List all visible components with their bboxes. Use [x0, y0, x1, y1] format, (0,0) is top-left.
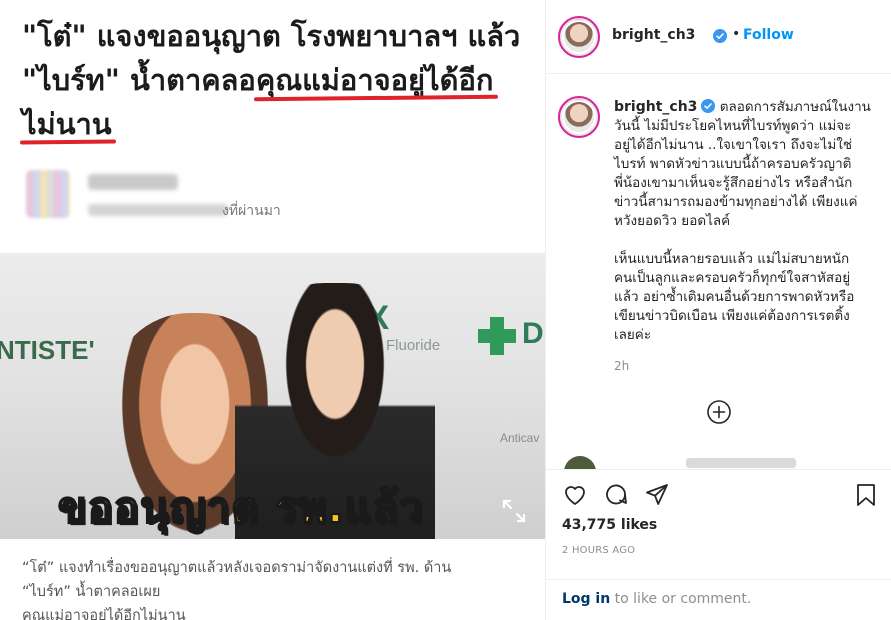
- header-username[interactable]: bright_ch3: [612, 27, 695, 43]
- caption-line-2-plain: “ไบร์ท” น้ำตาคลอเผย: [22, 584, 161, 600]
- comment-text-line: เขียนข่าวบิดเบือน เพียงแค่ต้องการเรตติ้ง: [614, 308, 850, 324]
- caption-line-2: “ไบร์ท” น้ำตาคลอเผยคุณแม่อาจอยู่ได้อีกไม…: [22, 580, 532, 620]
- comment-time[interactable]: 2h: [614, 359, 629, 373]
- headline-line-3: ไม่นาน: [22, 102, 532, 146]
- article-photo: NTISTE' AX Fluoride D Anticav ขออนุญาต ร…: [0, 253, 545, 539]
- comment-text-line: แล้ว อย่าซ้ำเติมคนอื่นด้วยการพาดหัวหรือ: [614, 289, 855, 305]
- photo-wall-text-4: D: [522, 317, 544, 350]
- next-comment-avatar[interactable]: [564, 456, 596, 469]
- photo-wall-text-1: NTISTE': [0, 335, 95, 365]
- post-timestamp[interactable]: 2 HOURS AGO: [562, 545, 635, 556]
- blurred-author-time: [88, 204, 228, 216]
- article-caption: “โต๋” แจงทำเรื่องขออนุญาตแล้วหลังเจอดราม…: [22, 556, 532, 620]
- next-comment-preview: [686, 458, 796, 468]
- headline-line-2: "ไบร์ท" น้ำตาคลอคุณแม่อาจอยู่ได้อีก: [22, 58, 532, 102]
- comment-icon[interactable]: [603, 482, 629, 508]
- article-headline: "โต๋" แจงขออนุญาต โรงพยาบาลฯ แล้ว "ไบร์ท…: [22, 14, 532, 146]
- caption-underlined: คุณแม่อาจอยู่ได้อีกไม่นาน: [22, 604, 532, 620]
- blurred-author-avatar: [26, 170, 70, 218]
- headline-underlined-1: คุณแม่อาจอยู่ได้อีก: [256, 58, 494, 102]
- verified-badge-icon: [713, 29, 727, 43]
- post-header: bright_ch3 • Follow: [546, 0, 891, 74]
- comment-text-line: หวังยอดวิว ยอดไลค์: [614, 213, 731, 229]
- post-actions: 43,775 likes 2 HOURS AGO: [546, 469, 891, 579]
- caption-comment: bright_ch3 ตลอดการสัมภาษณ์ในงาน วันนี้ ไ…: [614, 98, 882, 345]
- comments-section: bright_ch3 ตลอดการสัมภาษณ์ในงาน วันนี้ ไ…: [546, 74, 891, 469]
- comment-first-line: bright_ch3 ตลอดการสัมภาษณ์ในงาน: [614, 98, 882, 117]
- bookmark-icon[interactable]: [853, 482, 879, 508]
- green-cross-logo: [478, 317, 516, 355]
- post-sidebar: bright_ch3 • Follow bright_ch3 ตลอดการสั…: [546, 0, 891, 620]
- verified-badge-icon: [701, 99, 716, 113]
- blurred-author-name: [88, 174, 178, 190]
- comment-text-line: อยู่ได้อีกไม่นาน ..ใจเขาใจเรา ถึงจะไม่ใช…: [614, 137, 852, 153]
- headline-line-2-plain: "ไบร์ท" น้ำตาคลอ: [22, 63, 256, 97]
- login-link[interactable]: Log in: [562, 591, 610, 607]
- photo-overlay-text: ขออนุญาต รพ.แล้ว: [57, 482, 424, 533]
- follow-button[interactable]: Follow: [743, 27, 794, 43]
- comment-username[interactable]: bright_ch3: [614, 99, 697, 115]
- login-prompt: Log in to like or comment.: [546, 579, 891, 620]
- comment-text-line: คนเป็นลูกและครอบครัวก็ทุกข์ใจสาหัสอยู่: [614, 270, 851, 286]
- comment-text-line: ตลอดการสัมภาษณ์ในงาน: [719, 99, 871, 115]
- headline-underlined-2: ไม่นาน: [22, 102, 112, 146]
- avatar[interactable]: [558, 96, 600, 138]
- heart-icon[interactable]: [562, 482, 588, 508]
- login-prompt-text: Log in to like or comment.: [562, 591, 751, 607]
- avatar[interactable]: [558, 16, 600, 58]
- article-author-row: งที่ผ่านมา: [26, 170, 326, 222]
- comment-text-line: ข่าวนี้สามารถมองข้ามทุกอย่างได้ เพียงแค่: [614, 194, 858, 210]
- author-time-suffix: งที่ผ่านมา: [222, 203, 281, 219]
- comment-text-line: พี่น้องเขามาเห็นจะรู้สึกอย่างไร หรือสำนั…: [614, 175, 853, 191]
- headline-line-1: "โต๋" แจงขออนุญาต โรงพยาบาลฯ แล้ว: [22, 19, 521, 53]
- likes-count[interactable]: 43,775 likes: [562, 517, 657, 533]
- add-circle-icon[interactable]: [706, 399, 732, 425]
- header-separator: •: [732, 26, 741, 42]
- comment-text-line: เห็นแบบนี้หลายรอบแล้ว แม่ไม่สบายหนัก: [614, 251, 850, 267]
- login-rest-text: to like or comment.: [610, 591, 752, 607]
- share-icon[interactable]: [644, 482, 670, 508]
- comment-text-line: เลยค่ะ: [614, 327, 652, 343]
- photo-wall-text-5: Anticav: [500, 431, 540, 445]
- comment-text-line: ไบรท์ พาดหัวข่าวแบบนี้ถ้าครอบครัวญาติ: [614, 156, 852, 172]
- caption-line-1: “โต๋” แจงทำเรื่องขออนุญาตแล้วหลังเจอดราม…: [22, 560, 452, 576]
- post-image[interactable]: "โต๋" แจงขออนุญาต โรงพยาบาลฯ แล้ว "ไบร์ท…: [0, 0, 546, 620]
- expand-icon[interactable]: [500, 497, 528, 525]
- comment-text-line: วันนี้ ไม่มีประโยคไหนที่ไบรท์พูดว่า แม่จ…: [614, 118, 852, 134]
